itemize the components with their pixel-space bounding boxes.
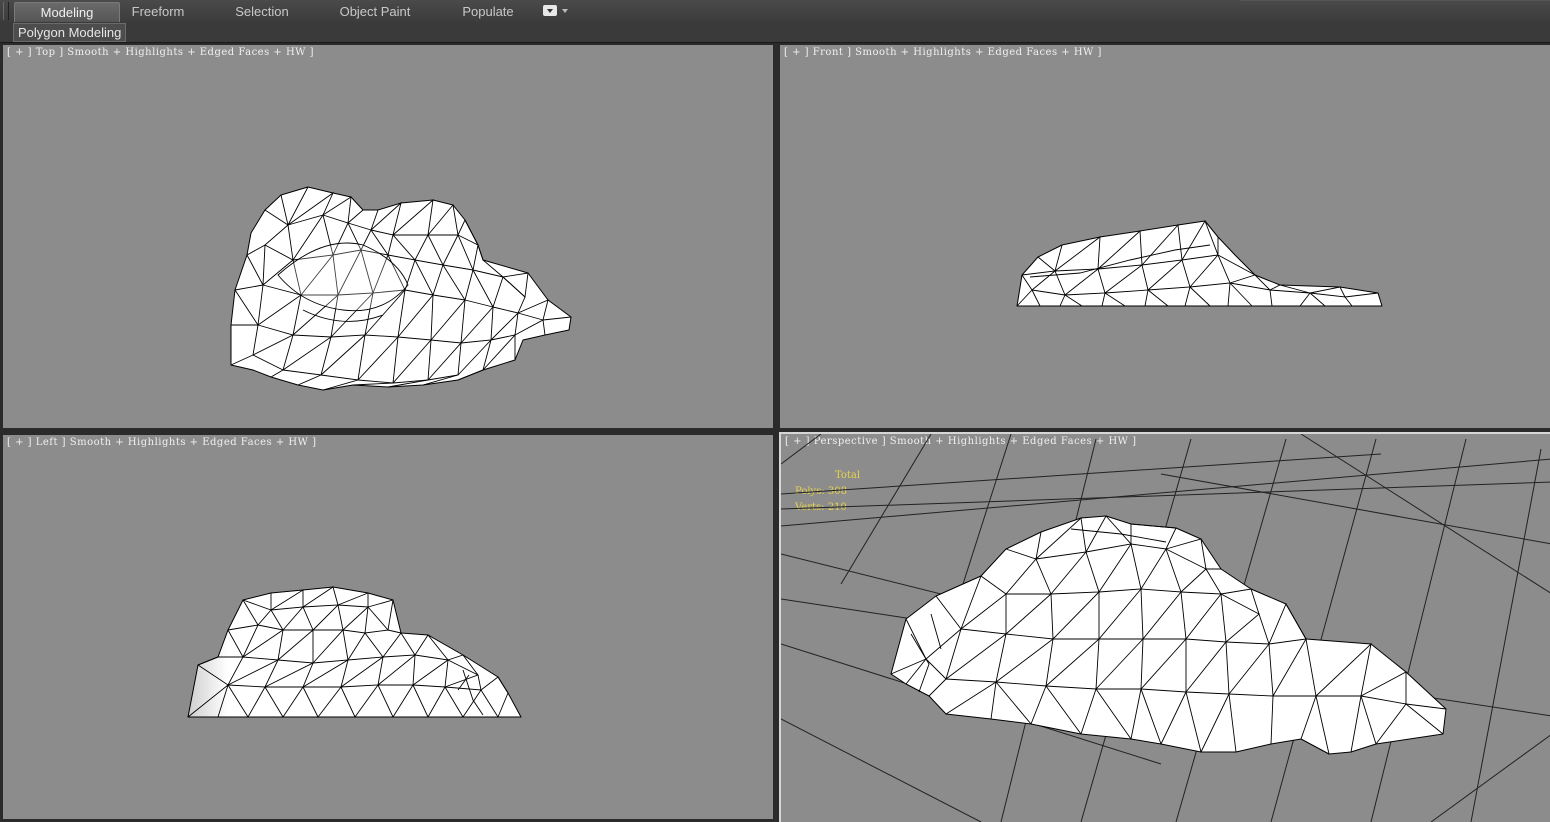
ribbon-options-icon [543,5,557,16]
mesh-left-view [187,586,522,718]
ribbon-divider [1240,0,1550,1]
mesh-front-view [1016,219,1383,307]
viewport-front[interactable]: [ + ] Front ] Smooth + Highlights + Edge… [779,44,1550,429]
ribbon-options-dropdown[interactable] [543,5,569,18]
ribbon-tab-bar: Modeling Freeform Selection Object Paint… [0,0,1550,23]
viewport-top[interactable]: [ + ] Top ] Smooth + Highlights + Edged … [2,44,774,429]
ribbon-panel: Polygon Modeling [0,22,1550,43]
polygon-modeling-button[interactable]: Polygon Modeling [13,23,127,42]
mesh-perspective-view [781,434,1550,822]
chevron-down-icon [562,9,568,13]
tab-populate[interactable]: Populate [448,2,528,21]
mesh-top-view [230,186,572,391]
tab-modeling[interactable]: Modeling [14,2,120,22]
ribbon-grip-handle[interactable] [3,2,9,20]
viewport-left[interactable]: [ + ] Left ] Smooth + Highlights + Edged… [2,434,774,820]
viewport-perspective[interactable]: [ + ] Perspective ] Smooth + Highlights … [779,432,1550,822]
tab-selection[interactable]: Selection [222,2,302,21]
tab-object-paint[interactable]: Object Paint [330,2,420,21]
tab-freeform[interactable]: Freeform [118,2,198,21]
